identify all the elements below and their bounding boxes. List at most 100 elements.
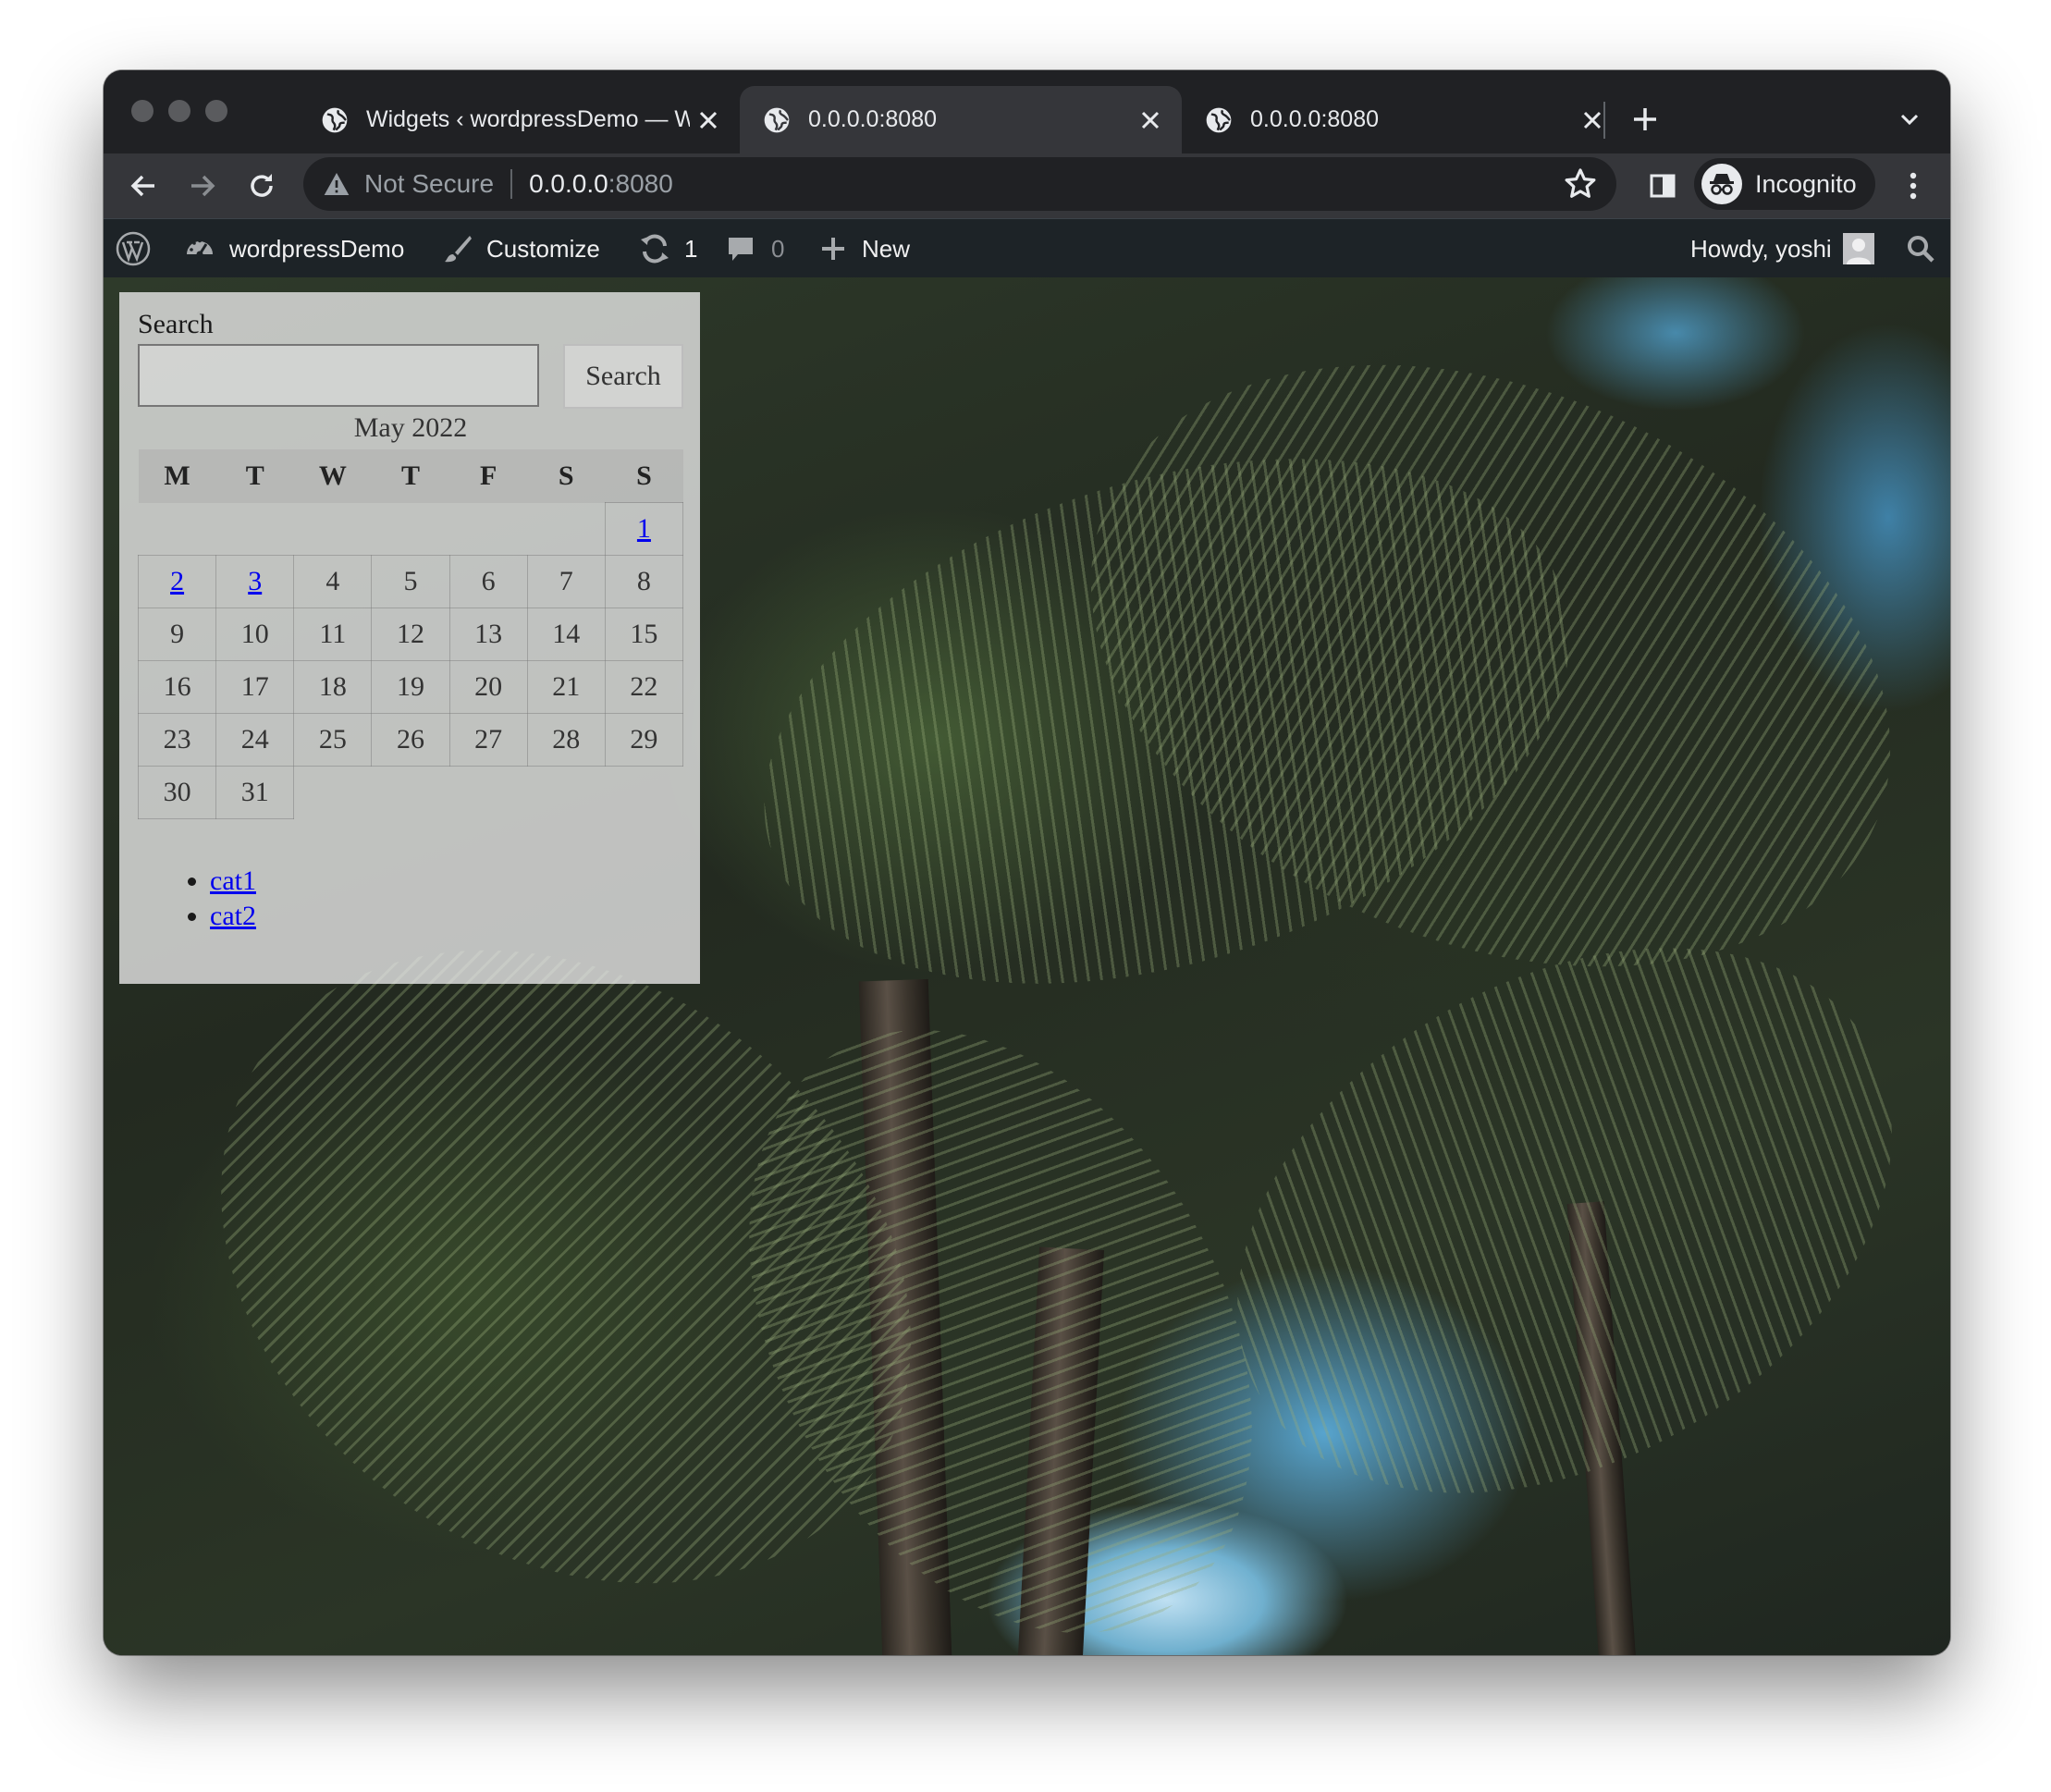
address-bar[interactable]: Not Secure 0.0.0.0:8080 (303, 157, 1616, 211)
forward-button[interactable] (179, 163, 226, 209)
list-item: cat2 (210, 899, 256, 934)
plus-icon (1634, 108, 1656, 130)
reload-icon (251, 174, 273, 197)
search-widget-label: Search (138, 309, 214, 339)
new-tab-button[interactable] (1622, 96, 1668, 142)
incognito-label: Incognito (1755, 169, 1857, 198)
chevron-down-icon (1900, 114, 1919, 126)
widget-sidebar: Search Search May 2022 M T W T F S S 123… (119, 292, 700, 984)
calendar-empty-cell (449, 503, 527, 556)
search-input[interactable] (138, 344, 539, 407)
incognito-icon (1701, 164, 1742, 204)
page-background: Search Search May 2022 M T W T F S S 123… (104, 277, 1950, 1655)
minimize-window-button[interactable] (168, 100, 190, 122)
calendar-week-row: 2 3 45678 (137, 555, 684, 608)
reload-button[interactable] (239, 163, 285, 209)
site-name: wordpressDemo (229, 234, 405, 263)
back-button[interactable] (120, 163, 166, 209)
tab-third[interactable]: 0.0.0.0:8080 (1182, 86, 1624, 153)
calendar-day-cell: 7 (526, 555, 606, 608)
customize-link[interactable]: Customize (442, 219, 600, 278)
howdy-greeting: Howdy, yoshi (1690, 234, 1832, 263)
close-window-button[interactable] (131, 100, 154, 122)
plus-icon (822, 238, 844, 260)
comments-count: 0 (771, 234, 785, 263)
calendar-table: M T W T F S S 1 2 3 4 5 6 7 8 9 10 11 12 13 14 15 16 17 1… (137, 449, 684, 819)
calendar-empty-cell (216, 503, 294, 556)
calendar-day-cell: 28 (526, 713, 606, 767)
calendar-empty-cell (372, 503, 449, 556)
site-name-menu[interactable]: wordpressDemo (183, 219, 404, 278)
category-link-cat2[interactable]: cat2 (210, 901, 256, 931)
weekday-header: S (605, 449, 683, 503)
calendar-day-cell: 14 (526, 608, 606, 661)
calendar-week-row: 16 17 18 19 20 21 22 (137, 660, 684, 714)
calendar-week-row: 23 24 25 26 27 28 29 (137, 713, 684, 767)
comments-link[interactable]: 0 (725, 219, 784, 278)
admin-bar-search[interactable] (1905, 219, 1936, 278)
tab-widgets[interactable]: Widgets ‹ wordpressDemo — W (298, 86, 740, 153)
zoom-window-button[interactable] (205, 100, 227, 122)
calendar-week-row: 1 (139, 502, 684, 556)
calendar-day-cell: 20 (448, 660, 528, 714)
list-item: cat1 (210, 864, 256, 899)
search-button[interactable]: Search (563, 344, 683, 409)
weekday-header: T (371, 449, 450, 503)
dashboard-icon (187, 239, 213, 258)
calendar-day-link[interactable]: 3 (248, 566, 262, 596)
calendar-day-cell: 11 (293, 608, 373, 661)
calendar-day-cell: 4 (293, 555, 373, 608)
new-content-menu[interactable]: New (819, 219, 910, 278)
weekday-header: F (449, 449, 528, 503)
updates-link[interactable]: 1 (638, 219, 697, 278)
calendar-day-cell: 25 (293, 713, 373, 767)
calendar-day-cell: 9 (137, 608, 217, 661)
calendar-empty-cell (372, 767, 449, 819)
side-panel-button[interactable] (1640, 163, 1686, 209)
close-icon[interactable] (690, 102, 727, 139)
calendar-empty-cell (294, 503, 372, 556)
wp-logo-menu[interactable] (115, 219, 152, 278)
menu-dots-icon (1910, 172, 1917, 200)
globe-icon (764, 107, 790, 132)
tab-active[interactable]: 0.0.0.0:8080 (740, 86, 1182, 153)
browser-toolbar: Not Secure 0.0.0.0:8080 Incognito (104, 153, 1950, 218)
browser-window: Widgets ‹ wordpressDemo — W 0.0.0.0:8080… (104, 70, 1950, 1655)
calendar-day-cell: 17 (215, 660, 295, 714)
calendar-day-cell: 26 (371, 713, 450, 767)
close-icon[interactable] (1574, 102, 1611, 139)
security-label: Not Secure (364, 169, 495, 198)
my-account-menu[interactable]: Howdy, yoshi (1690, 219, 1874, 278)
calendar-empty-cell (139, 503, 216, 556)
calendar-day-cell: 30 (137, 766, 217, 819)
search-icon (1908, 236, 1934, 263)
updates-count: 1 (684, 234, 698, 263)
calendar-empty-cell (605, 767, 682, 819)
calendar-day-cell: 16 (137, 660, 217, 714)
tab-search-button[interactable] (1888, 98, 1931, 141)
tab-title: 0.0.0.0:8080 (808, 106, 938, 132)
weekday-header: T (215, 449, 294, 503)
calendar-empty-cell (527, 767, 605, 819)
wp-admin-bar: wordpressDemo Customize 1 0 New Howdy, y… (104, 218, 1950, 278)
incognito-profile-button[interactable]: Incognito (1694, 158, 1875, 210)
url-host: 0.0.0.0 (529, 169, 608, 198)
calendar-day-link[interactable]: 1 (637, 513, 651, 544)
calendar-week-row: 30 31 (137, 766, 683, 819)
calendar-empty-cell (449, 767, 527, 819)
globe-icon (322, 107, 348, 132)
wordpress-logo-icon (116, 231, 151, 266)
calendar-empty-cell (294, 767, 372, 819)
star-icon[interactable] (1563, 166, 1598, 202)
calendar-day-cell: 3 (215, 555, 295, 608)
browser-menu-button[interactable] (1890, 163, 1936, 209)
calendar-day-cell: 10 (215, 608, 295, 661)
category-link-cat1[interactable]: cat1 (210, 865, 256, 896)
calendar-day-cell: 31 (215, 766, 295, 819)
globe-icon (1206, 107, 1232, 132)
side-panel-icon (1650, 174, 1676, 198)
calendar-day-link[interactable]: 2 (170, 566, 184, 596)
calendar-day-cell: 13 (448, 608, 528, 661)
close-icon[interactable] (1132, 102, 1169, 139)
calendar-day-cell: 6 (448, 555, 528, 608)
